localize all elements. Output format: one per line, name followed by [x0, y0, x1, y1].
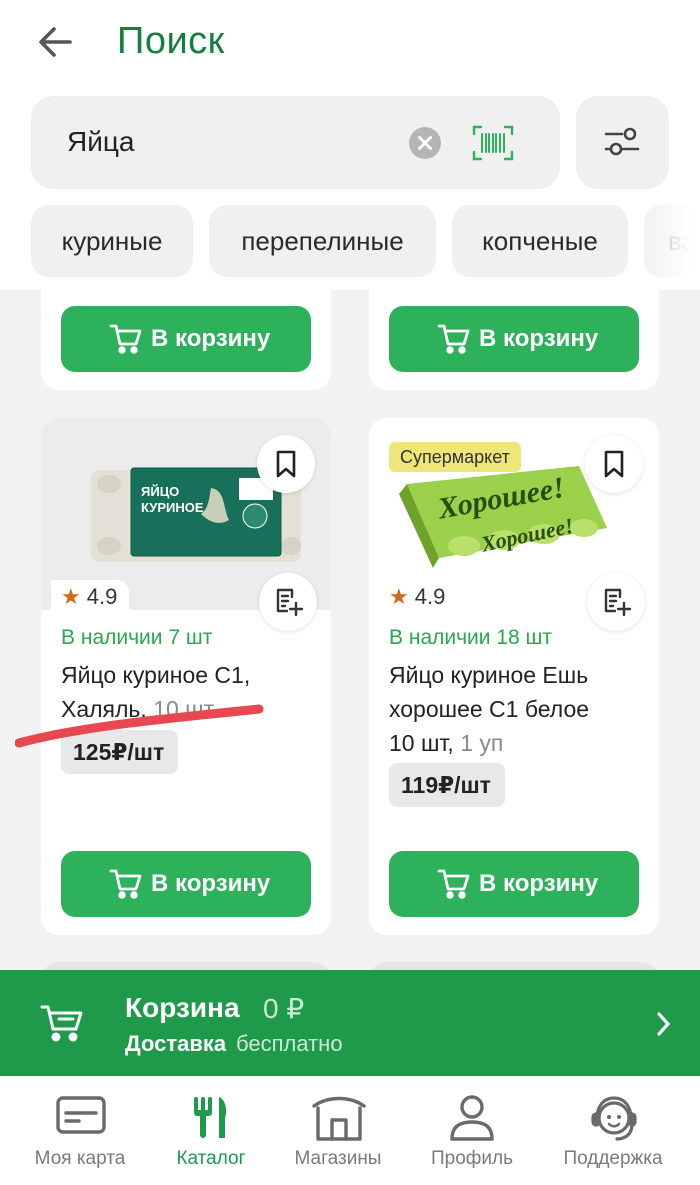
cart-icon: [40, 1005, 83, 1042]
filter-icon: [604, 127, 640, 156]
add-to-cart-button[interactable]: В корзину: [389, 851, 639, 917]
add-to-cart-button[interactable]: В корзину: [61, 851, 311, 917]
tab-label: Магазины: [294, 1148, 382, 1169]
price-tag: 119₽/шт: [389, 763, 505, 807]
product-card[interactable]: Хорошее! Хорошее! Супермаркет ★ 4.9 В на…: [369, 418, 659, 935]
chevron-right-icon: [657, 1012, 670, 1036]
product-feed[interactable]: В корзину В корзину ЯЙЦО КУРИНОЕ ★ 4.9 В…: [0, 290, 700, 970]
product-card-top-left: В корзину: [41, 290, 331, 390]
product-card[interactable]: ЯЙЦО КУРИНОЕ ★ 4.9 В наличии 7 шт Яйцо к…: [41, 418, 331, 935]
barcode-scan-button[interactable]: [472, 125, 514, 161]
cart-icon: [109, 324, 142, 354]
product-card-next[interactable]: [369, 962, 659, 970]
cart-icon: [109, 869, 142, 899]
chip-quail[interactable]: перепелиные: [209, 205, 436, 277]
rating-value: 4.9: [414, 584, 446, 609]
product-name-line: Яйцо куриное Ешь: [389, 662, 589, 688]
barcode-icon: [472, 125, 514, 161]
tab-profile[interactable]: Профиль: [402, 1076, 542, 1185]
add-to-list-button[interactable]: [587, 573, 645, 631]
filter-chips: куриные перепелиные копченые ва: [0, 205, 700, 277]
cart-summary-bar[interactable]: Корзина 0 ₽ Доставка бесплатно: [0, 970, 700, 1076]
add-to-cart-label: В корзину: [151, 325, 271, 352]
add-to-cart-button[interactable]: В корзину: [389, 306, 639, 372]
tab-support[interactable]: Поддержка: [543, 1076, 683, 1185]
tab-label: Моя карта: [34, 1148, 126, 1169]
product-card-top-right: В корзину: [369, 290, 659, 390]
product-qty: 1 уп: [460, 730, 504, 756]
chip-smoked[interactable]: копченые: [452, 205, 628, 277]
chip-chicken[interactable]: куриные: [31, 205, 193, 277]
product-name: Яйцо куриное Ешь хорошее С1 белое 10 шт,…: [389, 658, 651, 760]
clear-search-button[interactable]: [409, 127, 441, 159]
list-add-icon: [276, 588, 304, 617]
store-icon: [312, 1096, 366, 1141]
rating-badge: ★ 4.9: [379, 580, 458, 610]
support-icon: [591, 1096, 637, 1141]
chips-fade: [640, 205, 700, 277]
store-badge: Супермаркет: [389, 442, 521, 472]
redaction-scribble: [15, 704, 264, 748]
top-bar: Поиск ку: [0, 0, 700, 290]
tab-label: Поддержка: [563, 1148, 663, 1169]
bookmark-button[interactable]: [257, 435, 315, 493]
add-to-cart-button[interactable]: В корзину: [61, 306, 311, 372]
back-button[interactable]: [34, 22, 78, 62]
tab-label: Профиль: [430, 1148, 514, 1169]
cart-icon: [437, 324, 470, 354]
cart-amount: 0 ₽: [263, 993, 305, 1024]
close-icon: [418, 136, 432, 150]
add-to-cart-label: В корзину: [151, 870, 271, 897]
tab-catalog[interactable]: Каталог: [141, 1076, 281, 1185]
profile-icon: [450, 1095, 494, 1141]
product-name-line: хорошее С1 белое: [389, 696, 590, 722]
product-name-line-3: 10 шт, 1 уп: [389, 730, 504, 756]
arrow-left-icon: [39, 27, 72, 57]
product-name-line: Яйцо куриное С1,: [61, 662, 251, 688]
rating-value: 4.9: [86, 584, 118, 609]
add-to-cart-label: В корзину: [479, 870, 599, 897]
cart-icon: [437, 869, 470, 899]
search-box[interactable]: [31, 96, 560, 189]
add-to-cart-label: В корзину: [479, 325, 599, 352]
tab-stores[interactable]: Магазины: [268, 1076, 408, 1185]
tab-my-card[interactable]: Моя карта: [10, 1076, 150, 1185]
card-icon: [56, 1096, 106, 1134]
cutlery-icon: [194, 1097, 227, 1138]
bookmark-button[interactable]: [585, 435, 643, 493]
bottom-tab-bar: Моя карта Каталог Магазины Профиль Подде…: [0, 1076, 700, 1185]
delivery-value: бесплатно: [236, 1031, 343, 1056]
svg-text:ЯЙЦО: ЯЙЦО: [141, 484, 179, 499]
search-input[interactable]: [67, 122, 397, 162]
stock-status: В наличии 7 шт: [61, 626, 213, 649]
list-add-icon: [604, 588, 632, 617]
star-icon: ★: [389, 584, 409, 609]
cart-title: Корзина: [125, 992, 240, 1023]
filter-button[interactable]: [576, 96, 669, 189]
page-title: Поиск: [117, 20, 225, 62]
delivery-label: Доставка: [125, 1031, 227, 1056]
product-card-next[interactable]: [41, 962, 331, 970]
stock-status: В наличии 18 шт: [389, 626, 552, 649]
bookmark-icon: [276, 450, 296, 478]
star-icon: ★: [61, 584, 81, 609]
svg-text:КУРИНОЕ: КУРИНОЕ: [141, 500, 204, 515]
tab-label: Каталог: [176, 1148, 246, 1169]
rating-badge: ★ 4.9: [51, 580, 130, 610]
bookmark-icon: [604, 450, 624, 478]
add-to-list-button[interactable]: [259, 573, 317, 631]
